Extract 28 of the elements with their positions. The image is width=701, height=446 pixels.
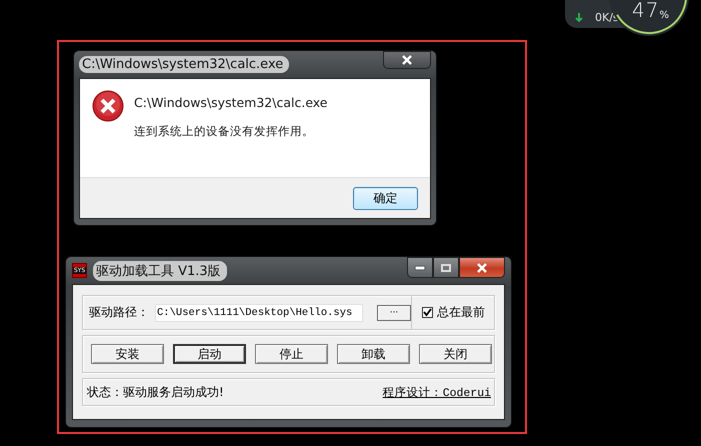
always-on-top-label: 总在最前 <box>437 304 485 321</box>
browse-button[interactable]: ··· <box>377 304 411 320</box>
maximize-button[interactable] <box>433 257 459 278</box>
path-label: 驱动路径： <box>89 304 149 321</box>
action-button[interactable]: 卸载 <box>337 344 410 364</box>
usage-reading: 47% <box>632 0 669 22</box>
error-path: C:\Windows\system32\calc.exe <box>134 95 328 110</box>
status-text: 状态：驱动服务启动成功! <box>87 384 224 400</box>
close-icon <box>476 262 488 272</box>
error-icon <box>92 90 124 122</box>
close-button[interactable] <box>383 51 431 69</box>
action-button[interactable]: 停止 <box>255 344 328 364</box>
download-arrow-icon <box>575 12 583 22</box>
window-title: C:\Windows\system32\calc.exe <box>79 56 290 73</box>
action-button[interactable]: 启动 <box>173 344 246 364</box>
ok-button[interactable]: 确定 <box>353 186 418 210</box>
window-title: 驱动加载工具 V1.3版 <box>93 260 227 280</box>
close-icon <box>401 55 413 65</box>
author-link[interactable]: 程序设计：Coderui <box>382 384 491 400</box>
maximize-icon <box>441 264 451 272</box>
close-button[interactable] <box>459 257 505 278</box>
action-button[interactable]: 关闭 <box>419 344 492 364</box>
minimize-button[interactable] <box>407 257 433 278</box>
error-message: 连到系统上的设备没有发挥作用。 <box>134 124 315 139</box>
always-on-top-checkbox[interactable] <box>422 307 433 318</box>
action-button[interactable]: 安装 <box>91 344 164 364</box>
minimize-icon <box>415 266 425 270</box>
path-field[interactable]: C:\Users\1111\Desktop\Hello.sys <box>155 304 363 322</box>
